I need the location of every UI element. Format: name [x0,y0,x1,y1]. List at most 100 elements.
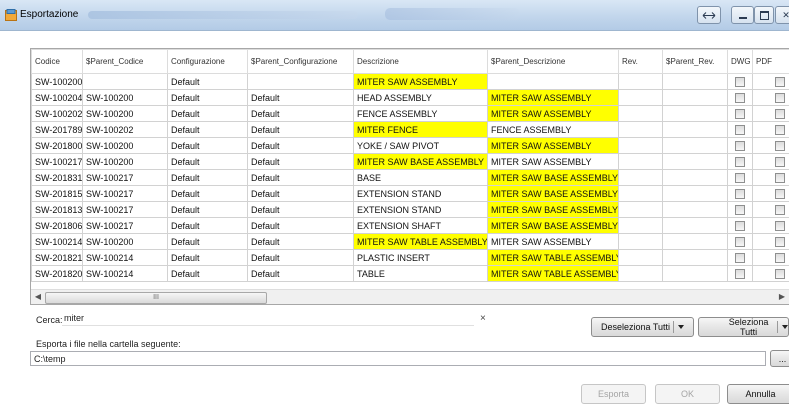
clear-search-icon[interactable]: × [480,313,486,324]
cell-rev [619,218,663,234]
table-row[interactable]: SW-201831SW-100217DefaultDefaultBASEMITE… [32,170,789,186]
dwg-checkbox[interactable] [735,109,745,119]
select-all-button[interactable]: Seleziona Tutti [698,317,789,337]
dwg-checkbox[interactable] [735,221,745,231]
cell-parent-descrizione: MITER SAW TABLE ASSEMBLY [488,250,619,266]
cell-parent-configurazione: Default [248,266,354,282]
horizontal-scrollbar[interactable]: ◀ III ▶ [31,289,789,304]
cell-parent-codice: SW-100217 [83,186,168,202]
column-header[interactable]: PDF [753,50,789,74]
table-row[interactable]: SW-100217SW-100200DefaultDefaultMITER SA… [32,154,789,170]
cell-descrizione: PLASTIC INSERT [354,250,488,266]
chevron-down-icon[interactable] [782,325,788,329]
table-row[interactable]: SW-201800SW-100200DefaultDefaultYOKE / S… [32,138,789,154]
pdf-checkbox[interactable] [775,157,785,167]
cell-dwg [728,234,753,250]
dwg-checkbox[interactable] [735,125,745,135]
cell-codice: SW-100214 [32,234,83,250]
cell-rev [619,90,663,106]
table-row[interactable]: SW-201789SW-100202DefaultDefaultMITER FE… [32,122,789,138]
column-header[interactable]: Codice [32,50,83,74]
cell-pdf [753,122,789,138]
cell-dwg [728,122,753,138]
dwg-checkbox[interactable] [735,173,745,183]
table-row[interactable]: SW-100200DefaultMITER SAW ASSEMBLY [32,74,789,90]
dwg-checkbox[interactable] [735,189,745,199]
export-button[interactable]: Esporta [581,384,646,404]
close-button[interactable]: ✕ [775,6,789,24]
cell-configurazione: Default [168,74,248,90]
scroll-thumb-grip: III [153,294,159,301]
deselect-all-label: Deseleziona Tutti [601,322,670,332]
cell-pdf [753,250,789,266]
cell-descrizione: MITER SAW BASE ASSEMBLY [354,154,488,170]
scrollbar-thumb[interactable]: III [45,292,267,304]
export-folder-path-input[interactable] [30,351,766,366]
cell-pdf [753,186,789,202]
pdf-checkbox[interactable] [775,109,785,119]
pdf-checkbox[interactable] [775,189,785,199]
cell-pdf [753,90,789,106]
dwg-checkbox[interactable] [735,93,745,103]
pdf-checkbox[interactable] [775,141,785,151]
cell-configurazione: Default [168,186,248,202]
search-input[interactable] [62,311,474,326]
pdf-checkbox[interactable] [775,269,785,279]
dwg-checkbox[interactable] [735,205,745,215]
minimize-button[interactable] [731,6,754,24]
dwg-checkbox[interactable] [735,157,745,167]
column-header[interactable]: Rev. [619,50,663,74]
pdf-checkbox[interactable] [775,77,785,87]
restore-button[interactable] [697,6,721,24]
table-row[interactable]: SW-100214SW-100200DefaultDefaultMITER SA… [32,234,789,250]
column-header[interactable]: $Parent_Descrizione [488,50,619,74]
dwg-checkbox[interactable] [735,253,745,263]
deselect-all-button[interactable]: Deseleziona Tutti [591,317,694,337]
browse-folder-button[interactable]: ... [770,350,789,367]
cell-dwg [728,106,753,122]
table-row[interactable]: SW-201815SW-100217DefaultDefaultEXTENSIO… [32,186,789,202]
table-row[interactable]: SW-100202SW-100200DefaultDefaultFENCE AS… [32,106,789,122]
pdf-checkbox[interactable] [775,93,785,103]
pdf-checkbox[interactable] [775,237,785,247]
cell-dwg [728,250,753,266]
cell-pdf [753,202,789,218]
cell-descrizione: EXTENSION STAND [354,202,488,218]
pdf-checkbox[interactable] [775,253,785,263]
cell-parent-rev [663,122,728,138]
dwg-checkbox[interactable] [735,141,745,151]
maximize-button[interactable] [754,6,774,24]
column-header[interactable]: Configurazione [168,50,248,74]
table-row[interactable]: SW-100204SW-100200DefaultDefaultHEAD ASS… [32,90,789,106]
dwg-checkbox[interactable] [735,237,745,247]
column-header[interactable]: Descrizione [354,50,488,74]
column-header[interactable]: DWG [728,50,753,74]
cell-parent-descrizione: MITER SAW ASSEMBLY [488,138,619,154]
dwg-checkbox[interactable] [735,269,745,279]
dwg-checkbox[interactable] [735,77,745,87]
table-row[interactable]: SW-201813SW-100217DefaultDefaultEXTENSIO… [32,202,789,218]
cell-descrizione: MITER FENCE [354,122,488,138]
cell-descrizione: MITER SAW ASSEMBLY [354,74,488,90]
cell-descrizione: BASE [354,170,488,186]
table-row[interactable]: SW-201806SW-100217DefaultDefaultEXTENSIO… [32,218,789,234]
cell-pdf [753,154,789,170]
scroll-right-arrow-icon[interactable]: ▶ [777,291,787,303]
pdf-checkbox[interactable] [775,221,785,231]
table-row[interactable]: SW-201820SW-100214DefaultDefaultTABLEMIT… [32,266,789,282]
pdf-checkbox[interactable] [775,173,785,183]
pdf-checkbox[interactable] [775,205,785,215]
chevron-down-icon[interactable] [678,325,684,329]
cancel-button[interactable]: Annulla [727,384,789,404]
column-header[interactable]: $Parent_Codice [83,50,168,74]
pdf-checkbox[interactable] [775,125,785,135]
cell-codice: SW-100204 [32,90,83,106]
column-header[interactable]: $Parent_Configurazione [248,50,354,74]
scroll-left-arrow-icon[interactable]: ◀ [32,291,44,303]
column-header[interactable]: $Parent_Rev. [663,50,728,74]
cell-configurazione: Default [168,234,248,250]
ok-button[interactable]: OK [655,384,720,404]
table-row[interactable]: SW-201821SW-100214DefaultDefaultPLASTIC … [32,250,789,266]
cell-descrizione: EXTENSION STAND [354,186,488,202]
cell-rev [619,138,663,154]
